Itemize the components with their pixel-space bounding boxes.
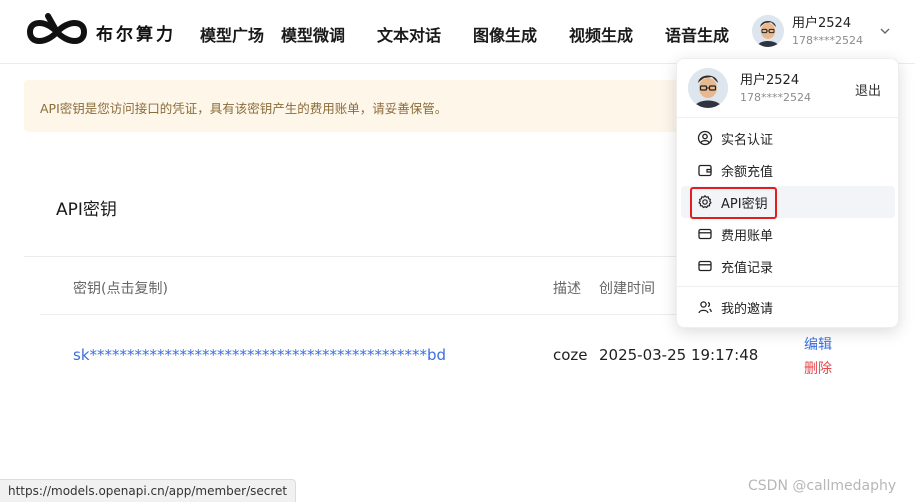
api-key-value[interactable]: sk**************************************… bbox=[73, 346, 446, 364]
api-key-description: coze bbox=[553, 346, 588, 364]
user-menu-trigger[interactable]: 用户2524 178****2524 bbox=[752, 15, 891, 47]
api-key-created-time: 2025-03-25 19:17:48 bbox=[599, 346, 759, 364]
wallet-icon bbox=[698, 164, 712, 177]
delete-button[interactable]: 删除 bbox=[804, 358, 832, 378]
section-title: API密钥 bbox=[56, 200, 117, 220]
nav-audio-gen[interactable]: 语音生成 bbox=[665, 22, 729, 46]
menu-item-label: 我的邀请 bbox=[721, 301, 774, 317]
menu-item-api-key[interactable]: API密钥 bbox=[681, 186, 895, 218]
edit-button[interactable]: 编辑 bbox=[804, 334, 832, 354]
nav-model-plaza[interactable]: 模型广场 bbox=[200, 22, 264, 46]
column-header-desc: 描述 bbox=[553, 281, 581, 297]
menu-item-invitations[interactable]: 我的邀请 bbox=[681, 291, 895, 323]
dropdown-user-phone: 178****2524 bbox=[740, 91, 811, 104]
menu-item-label: 实名认证 bbox=[721, 132, 774, 148]
logout-button[interactable]: 退出 bbox=[855, 80, 881, 99]
menu-item-recharge-history[interactable]: 充值记录 bbox=[681, 250, 895, 282]
watermark: CSDN @callmedaphy bbox=[748, 478, 897, 494]
dropdown-user-name: 用户2524 bbox=[740, 73, 800, 88]
status-bar-url: https://models.openapi.cn/app/member/sec… bbox=[0, 479, 297, 502]
nav-video-gen[interactable]: 视频生成 bbox=[569, 22, 633, 46]
menu-item-real-name[interactable]: 实名认证 bbox=[681, 122, 895, 154]
brand-name: 布尔算力 bbox=[96, 24, 176, 45]
users-icon bbox=[698, 301, 712, 314]
user-name: 用户2524 bbox=[792, 15, 852, 31]
column-header-key: 密钥(点击复制) bbox=[73, 281, 168, 297]
card-icon bbox=[698, 260, 712, 272]
dropdown-user-header: 用户2524 178****2524 退出 bbox=[677, 59, 898, 117]
menu-item-recharge[interactable]: 余额充值 bbox=[681, 154, 895, 186]
menu-item-label: API密钥 bbox=[721, 196, 768, 212]
menu-item-label: 余额充值 bbox=[721, 164, 774, 180]
cartoon-avatar-icon bbox=[752, 15, 784, 47]
column-header-created: 创建时间 bbox=[599, 281, 655, 297]
notice-banner: API密钥是您访问接口的凭证，具有该密钥产生的费用账单，请妥善保管。 bbox=[24, 80, 724, 132]
nav-image-gen[interactable]: 图像生成 bbox=[473, 22, 537, 46]
menu-item-label: 充值记录 bbox=[721, 260, 774, 276]
notice-text: API密钥是您访问接口的凭证，具有该密钥产生的费用账单，请妥善保管。 bbox=[40, 101, 448, 116]
cartoon-avatar-icon bbox=[688, 68, 728, 108]
nav-text-chat[interactable]: 文本对话 bbox=[377, 22, 441, 46]
nav-model-finetune[interactable]: 模型微调 bbox=[281, 22, 345, 46]
dropdown-divider bbox=[677, 117, 898, 118]
menu-item-label: 费用账单 bbox=[721, 228, 774, 244]
gear-icon bbox=[698, 195, 712, 209]
top-header: 布尔算力 模型广场 模型微调 文本对话 图像生成 视频生成 语音生成 用户252… bbox=[0, 0, 915, 64]
user-phone: 178****2524 bbox=[792, 33, 863, 47]
user-circle-icon bbox=[697, 130, 713, 146]
table-row-divider bbox=[40, 314, 720, 315]
divider bbox=[24, 256, 724, 257]
infinity-logo-icon bbox=[27, 13, 87, 44]
logo[interactable]: 布尔算力 bbox=[24, 12, 176, 52]
dropdown-divider bbox=[677, 286, 898, 287]
chevron-down-icon bbox=[880, 28, 890, 34]
menu-item-billing[interactable]: 费用账单 bbox=[681, 218, 895, 250]
user-dropdown-menu: 用户2524 178****2524 退出 实名认证 余额充值 API密钥 费用… bbox=[676, 58, 899, 328]
card-icon bbox=[698, 228, 712, 240]
